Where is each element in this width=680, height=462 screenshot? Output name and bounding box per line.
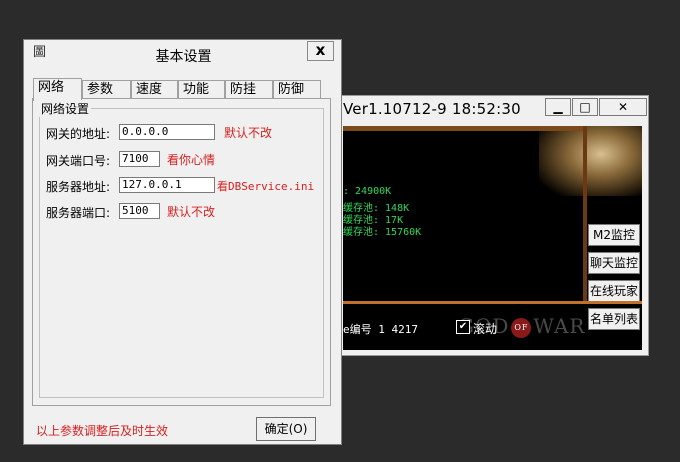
- tab-speed[interactable]: 速度: [131, 80, 178, 99]
- stat-line: 缓存池: 15760K: [343, 227, 422, 238]
- tab-network[interactable]: 网络: [33, 78, 82, 101]
- name-list-button[interactable]: 名单列表: [588, 308, 640, 330]
- scroll-label: 滚动: [473, 322, 498, 336]
- server-monitor-window: Ver1.10712-9 18:52:30 ▁ □ ✕ : 24900K 缓存池…: [340, 95, 649, 356]
- basic-settings-dialog: 基本设置 圖 x 网络 参数 速度 功能 防挂 防御 网络设置 网关的地址: 0…: [23, 39, 342, 445]
- player-number: e编号 1 4217: [343, 323, 418, 336]
- status-note: 以上参数调整后及时生效: [36, 424, 169, 438]
- field-hint: 默认不改: [167, 205, 216, 219]
- field-hint: 默认不改: [224, 126, 273, 140]
- app-icon: 圖: [33, 45, 47, 60]
- network-tab-panel: [32, 98, 331, 406]
- group-title: 网络设置: [39, 100, 92, 117]
- tab-defense[interactable]: 防御: [273, 80, 321, 99]
- frame-border: [343, 301, 642, 304]
- m2-monitor-button[interactable]: M2监控: [588, 224, 640, 246]
- window-close-button[interactable]: ✕: [599, 98, 647, 116]
- scroll-checkbox[interactable]: ✔: [456, 320, 470, 334]
- stat-line: : 24900K: [343, 186, 392, 197]
- restore-button[interactable]: □: [572, 98, 598, 116]
- server-address-label: 服务器地址:: [46, 180, 111, 194]
- ok-button[interactable]: 确定(O): [256, 417, 316, 441]
- monitor-panel: : 24900K 缓存池: 148K 缓存池: 17K 缓存池: 15760K …: [343, 126, 642, 350]
- server-port-label: 服务器端口:: [46, 206, 111, 220]
- minimize-button[interactable]: ▁: [545, 98, 571, 116]
- tab-functions[interactable]: 功能: [178, 80, 225, 99]
- server-port-input[interactable]: 5100: [119, 203, 160, 219]
- frame-border: [583, 126, 587, 304]
- dialog-close-button[interactable]: x: [307, 41, 334, 61]
- tab-anti-cheat[interactable]: 防挂: [225, 80, 273, 99]
- online-players-button[interactable]: 在线玩家: [588, 280, 640, 302]
- field-hint: 看你心情: [167, 153, 216, 167]
- logo-text: WAR: [533, 314, 586, 338]
- field-hint: 看DBService.ini: [217, 180, 315, 193]
- logo-emblem: OF: [511, 317, 532, 338]
- gateway-address-label: 网关的地址:: [46, 127, 111, 141]
- server-address-input[interactable]: 127.0.0.1: [119, 177, 215, 193]
- chat-monitor-button[interactable]: 聊天监控: [588, 252, 640, 274]
- frame-border: [343, 126, 587, 131]
- gateway-port-label: 网关端口号:: [46, 154, 111, 168]
- gateway-address-input[interactable]: 0.0.0.0: [119, 124, 215, 140]
- dialog-title: 基本设置: [155, 49, 212, 65]
- window-title: Ver1.10712-9 18:52:30: [343, 100, 521, 118]
- dragon-artwork: [539, 126, 642, 196]
- gateway-port-input[interactable]: 7100: [119, 151, 160, 167]
- tab-params[interactable]: 参数: [82, 80, 131, 99]
